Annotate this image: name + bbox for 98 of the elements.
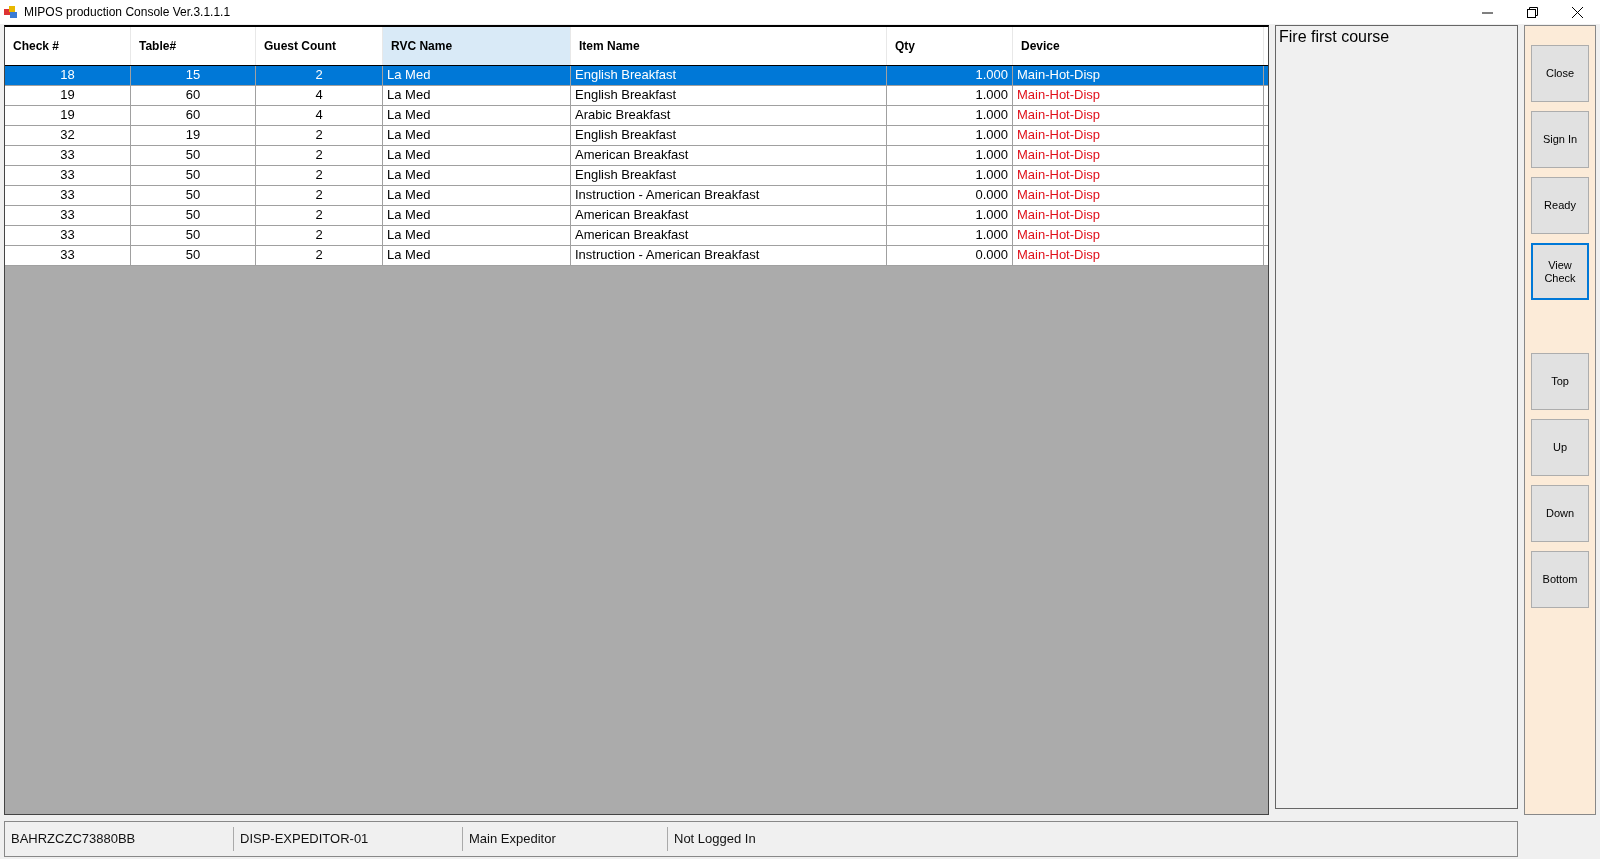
table-cell: English Breakfast [571,126,887,145]
table-cell: La Med [383,246,571,265]
table-cell: 33 [5,206,131,225]
table-cell: 2 [256,206,383,225]
table-cell: 1.000 [887,226,1013,245]
table-cell: American Breakfast [571,226,887,245]
table-cell: La Med [383,186,571,205]
table-cell: 60 [131,86,256,105]
status-text: Main Expeditor [462,827,667,851]
column-header[interactable]: RVC Name [383,27,571,65]
table-cell: 15 [131,66,256,85]
restore-icon[interactable] [1527,6,1538,18]
table-cell: 33 [5,146,131,165]
table-cell: 4 [256,86,383,105]
table-cell: 1.000 [887,146,1013,165]
table-cell: La Med [383,106,571,125]
action-button[interactable]: Sign In [1531,111,1589,168]
status-text: Not Logged In [667,827,974,851]
action-button[interactable]: Close [1531,45,1589,102]
table-cell: La Med [383,66,571,85]
close-icon[interactable] [1572,6,1583,18]
table-cell: 4 [256,106,383,125]
table-cell: 0.000 [887,186,1013,205]
table-cell: 1.000 [887,106,1013,125]
action-button[interactable]: Ready [1531,177,1589,234]
table-cell: 1.000 [887,86,1013,105]
table-cell: 19 [5,106,131,125]
table-cell: English Breakfast [571,166,887,185]
navigation-button[interactable]: Up [1531,419,1589,476]
table-cell: 2 [256,246,383,265]
table-cell: 2 [256,66,383,85]
table-cell: 1.000 [887,166,1013,185]
table-cell: 18 [5,66,131,85]
table-cell: Arabic Breakfast [571,106,887,125]
table-cell: 32 [5,126,131,145]
order-row[interactable]: 19 60 4 La Med Arabic Breakfast 1.000 Main-Hot-Disp [5,106,1268,126]
table-cell: 50 [131,166,256,185]
order-row[interactable]: 32 19 2 La Med English Breakfast 1.000 Main-Hot-Disp [5,126,1268,146]
table-cell: 33 [5,226,131,245]
action-button[interactable]: View Check [1531,243,1589,300]
table-cell: 2 [256,226,383,245]
notes-text: Fire first course [1279,28,1390,45]
table-cell: 1.000 [887,66,1013,85]
table-cell: 2 [256,126,383,145]
status-text: BAHRZCZC73880BB [10,830,137,848]
table-cell: 1.000 [887,206,1013,225]
table-cell: Main-Hot-Disp [1013,86,1264,105]
table-cell: La Med [383,146,571,165]
order-row[interactable]: 33 50 2 La Med Instruction - American Breakfast 0.000 Main-Hot-Disp [5,186,1268,206]
table-cell: English Breakfast [571,86,887,105]
table-cell: English Breakfast [571,66,887,85]
table-cell: Main-Hot-Disp [1013,246,1264,265]
order-row[interactable]: 18 15 2 La Med English Breakfast 1.000 Main-Hot-Disp [5,66,1268,86]
table-cell: La Med [383,206,571,225]
table-cell: 1.000 [887,126,1013,145]
table-cell: 50 [131,146,256,165]
navigation-button[interactable]: Down [1531,485,1589,542]
table-cell: 19 [131,126,256,145]
table-cell: Main-Hot-Disp [1013,206,1264,225]
table-cell: La Med [383,86,571,105]
table-cell: 50 [131,246,256,265]
table-cell: 50 [131,226,256,245]
table-cell: Main-Hot-Disp [1013,126,1264,145]
table-cell: Main-Hot-Disp [1013,146,1264,165]
table-cell: 2 [256,166,383,185]
table-cell: La Med [383,226,571,245]
order-row[interactable]: 33 50 2 La Med American Breakfast 1.000 Main-Hot-Disp [5,146,1268,166]
table-cell: 33 [5,166,131,185]
table-cell: 33 [5,246,131,265]
order-row[interactable]: 33 50 2 La Med English Breakfast 1.000 Main-Hot-Disp [5,166,1268,186]
table-cell: Instruction - American Breakfast [571,246,887,265]
table-cell: 33 [5,186,131,205]
table-cell: La Med [383,166,571,185]
table-cell: 50 [131,206,256,225]
status-text: DISP-EXPEDITOR-01 [233,827,462,851]
app-icon [4,5,18,19]
table-cell: 19 [5,86,131,105]
table-cell: Main-Hot-Disp [1013,106,1264,125]
order-row[interactable]: 19 60 4 La Med English Breakfast 1.000 Main-Hot-Disp [5,86,1268,106]
table-cell: Main-Hot-Disp [1013,166,1264,185]
table-cell: Main-Hot-Disp [1013,186,1264,205]
window-title: MIPOS production Console Ver.3.1.1.1 [24,5,232,19]
table-cell: 60 [131,106,256,125]
navigation-button[interactable]: Bottom [1531,551,1589,608]
table-cell: Main-Hot-Disp [1013,226,1264,245]
table-cell: 2 [256,146,383,165]
table-cell: 50 [131,186,256,205]
navigation-button[interactable]: Top [1531,353,1589,410]
table-cell: American Breakfast [571,146,887,165]
order-row[interactable]: 33 50 2 La Med Instruction - American Breakfast 0.000 Main-Hot-Disp [5,246,1268,266]
order-row[interactable]: 33 50 2 La Med American Breakfast 1.000 Main-Hot-Disp [5,206,1268,226]
table-cell: La Med [383,126,571,145]
table-cell: American Breakfast [571,206,887,225]
table-cell: Main-Hot-Disp [1013,66,1264,85]
table-cell: Instruction - American Breakfast [571,186,887,205]
table-cell: 2 [256,186,383,205]
table-cell: 0.000 [887,246,1013,265]
order-row[interactable]: 33 50 2 La Med American Breakfast 1.000 Main-Hot-Disp [5,226,1268,246]
